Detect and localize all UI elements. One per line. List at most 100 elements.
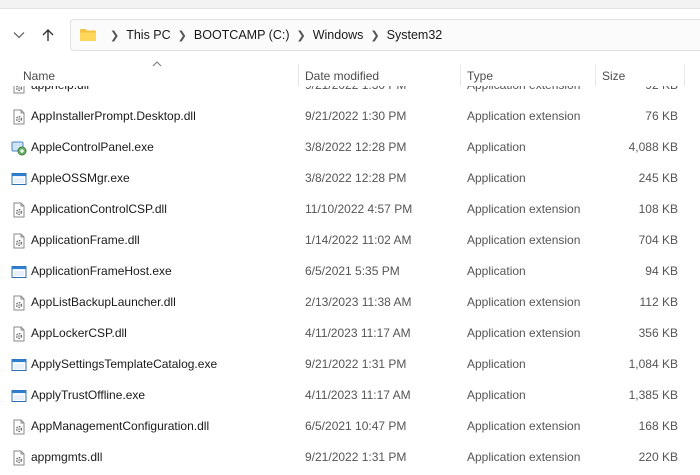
- file-list: apphelp.dll 9/21/2022 1:30 PM Application …: [0, 86, 700, 475]
- file-date-modified: 3/8/2022 12:28 PM: [305, 140, 407, 154]
- file-size: 1,084 KB: [628, 357, 678, 371]
- breadcrumb-separator: ❯: [370, 29, 380, 42]
- file-size: 94 KB: [645, 264, 678, 278]
- folder-icon: [79, 28, 97, 42]
- dll-file-icon: [11, 419, 27, 435]
- column-header-type[interactable]: Type: [467, 64, 493, 88]
- dll-file-icon: [11, 295, 27, 311]
- file-row[interactable]: AppListBackupLauncher.dll 2/13/2023 11:38…: [0, 287, 700, 318]
- dll-file-icon: [11, 109, 27, 125]
- column-header-row: Name Date modified Type Size: [0, 64, 700, 88]
- file-type: Application extension: [467, 109, 581, 123]
- file-name: AppleControlPanel.exe: [31, 140, 154, 154]
- file-type: Application: [467, 357, 526, 371]
- file-name: ApplicationFrameHost.exe: [31, 264, 172, 278]
- column-divider[interactable]: [460, 64, 461, 86]
- breadcrumb-system32[interactable]: System32: [387, 28, 443, 42]
- file-date-modified: 6/5/2021 5:35 PM: [305, 264, 400, 278]
- file-size: 245 KB: [638, 171, 678, 185]
- file-name: AppInstallerPrompt.Desktop.dll: [31, 109, 196, 123]
- file-name: AppLockerCSP.dll: [31, 326, 127, 340]
- file-row[interactable]: ApplicationFrame.dll 1/14/2022 11:02 AM Ap…: [0, 225, 700, 256]
- file-row[interactable]: AppInstallerPrompt.Desktop.dll 9/21/2022 …: [0, 101, 700, 132]
- file-date-modified: 4/11/2023 11:17 AM: [305, 326, 411, 340]
- file-date-modified: 1/14/2022 11:02 AM: [305, 233, 412, 247]
- exe-window-icon: [11, 264, 27, 280]
- file-row[interactable]: AppleControlPanel.exe 3/8/2022 12:28 PM Ap…: [0, 132, 700, 163]
- file-size: 1,385 KB: [628, 388, 678, 402]
- file-row[interactable]: ApplicationControlCSP.dll 11/10/2022 4:57…: [0, 194, 700, 225]
- file-date-modified: 9/21/2022 1:30 PM: [305, 109, 407, 123]
- file-row[interactable]: ApplicationFrameHost.exe 6/5/2021 5:35 PM…: [0, 256, 700, 287]
- arrow-up-icon: [42, 29, 54, 41]
- file-row[interactable]: apphelp.dll 9/21/2022 1:30 PM Application …: [0, 86, 700, 101]
- up-button[interactable]: [35, 22, 61, 48]
- file-name: ApplyTrustOffline.exe: [31, 388, 146, 402]
- exe-window-icon: [11, 357, 27, 373]
- file-name: ApplicationControlCSP.dll: [31, 202, 167, 216]
- dll-file-icon: [11, 202, 27, 218]
- breadcrumb-drive[interactable]: BOOTCAMP (C:): [194, 28, 290, 42]
- file-date-modified: 6/5/2021 10:47 PM: [305, 419, 407, 433]
- file-size: 76 KB: [645, 109, 678, 123]
- file-size: 108 KB: [638, 202, 678, 216]
- file-name: AppListBackupLauncher.dll: [31, 295, 176, 309]
- file-name: apphelp.dll: [31, 86, 89, 101]
- breadcrumb-windows[interactable]: Windows: [313, 28, 364, 42]
- file-row[interactable]: appmgmts.dll 9/21/2022 1:31 PM Application…: [0, 442, 700, 473]
- dll-file-icon: [11, 450, 27, 466]
- file-type: Application: [467, 171, 526, 185]
- window-top-edge: [0, 0, 700, 9]
- file-name: ApplicationFrame.dll: [31, 233, 140, 247]
- file-type: Application extension: [467, 233, 581, 247]
- file-type: Application extension: [467, 86, 580, 101]
- file-size: 704 KB: [638, 233, 678, 247]
- column-divider[interactable]: [595, 64, 596, 86]
- file-type: Application extension: [467, 450, 581, 464]
- file-row[interactable]: AppManagementConfiguration.dll 6/5/2021 1…: [0, 411, 700, 442]
- file-type: Application: [467, 264, 526, 278]
- dll-file-icon: [11, 86, 27, 94]
- file-size: 92 KB: [645, 86, 678, 101]
- file-type: Application: [467, 140, 526, 154]
- column-header-name[interactable]: Name: [23, 64, 55, 88]
- dll-file-icon: [11, 233, 27, 249]
- file-date-modified: 9/21/2022 1:30 PM: [305, 86, 406, 101]
- control-panel-app-icon: [11, 140, 27, 156]
- file-name: AppManagementConfiguration.dll: [31, 419, 210, 433]
- breadcrumb-separator: ❯: [177, 29, 187, 42]
- file-date-modified: 9/21/2022 1:31 PM: [305, 450, 407, 464]
- chevron-down-icon: [13, 32, 25, 39]
- file-name: AppleOSSMgr.exe: [31, 171, 130, 185]
- file-date-modified: 3/8/2022 12:28 PM: [305, 171, 407, 185]
- breadcrumb-separator: ❯: [296, 29, 306, 42]
- file-row[interactable]: AppLockerCSP.dll 4/11/2023 11:17 AM Applic…: [0, 318, 700, 349]
- file-row[interactable]: ApplySettingsTemplateCatalog.exe 9/21/202…: [0, 349, 700, 380]
- file-type: Application extension: [467, 295, 581, 309]
- file-row[interactable]: AppleOSSMgr.exe 3/8/2022 12:28 PM Applicat…: [0, 163, 700, 194]
- file-name: appmgmts.dll: [31, 450, 103, 464]
- file-date-modified: 11/10/2022 4:57 PM: [305, 202, 413, 216]
- exe-window-icon: [11, 388, 27, 404]
- dll-file-icon: [11, 326, 27, 342]
- file-size: 112 KB: [639, 295, 678, 309]
- column-header-size[interactable]: Size: [602, 64, 625, 88]
- column-header-date-modified[interactable]: Date modified: [305, 64, 379, 88]
- file-type: Application extension: [467, 419, 581, 433]
- file-size: 4,088 KB: [628, 140, 678, 154]
- file-date-modified: 9/21/2022 1:31 PM: [305, 357, 407, 371]
- file-type: Application extension: [467, 202, 581, 216]
- column-divider[interactable]: [684, 64, 685, 86]
- file-size: 220 KB: [638, 450, 678, 464]
- address-bar[interactable]: ❯ This PC ❯ BOOTCAMP (C:) ❯ Windows ❯ Sy…: [70, 19, 700, 51]
- file-row[interactable]: ApplyTrustOffline.exe 4/11/2023 11:17 AM A…: [0, 380, 700, 411]
- file-type: Application extension: [467, 326, 581, 340]
- breadcrumb-this-pc[interactable]: This PC: [126, 28, 170, 42]
- exe-window-icon: [11, 171, 27, 187]
- file-date-modified: 2/13/2023 11:38 AM: [305, 295, 412, 309]
- file-size: 168 KB: [638, 419, 678, 433]
- recent-locations-button[interactable]: [6, 22, 32, 48]
- column-divider[interactable]: [298, 64, 299, 86]
- file-size: 356 KB: [638, 326, 678, 340]
- file-type: Application: [467, 388, 526, 402]
